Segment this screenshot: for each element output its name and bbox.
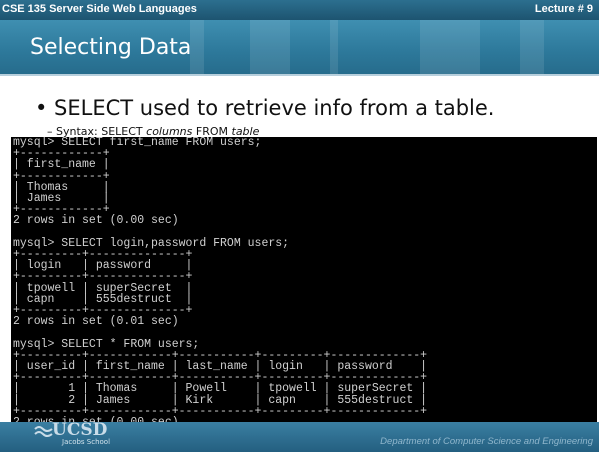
course-title: CSE 135 Server Side Web Languages [2, 3, 197, 15]
footer-bar: UCSD Jacobs School Department of Compute… [0, 420, 599, 452]
title-divider [0, 74, 599, 76]
lecture-number: Lecture # 9 [534, 3, 593, 15]
title-bar-decoration [190, 20, 204, 74]
logo-wordmark: UCSD [52, 420, 108, 440]
title-bar-decoration [420, 20, 480, 74]
course-header-bar: CSE 135 Server Side Web Languages Lectur… [0, 0, 599, 20]
title-bar-decoration [250, 20, 290, 74]
bullet-text: • SELECT used to retrieve info from a ta… [35, 96, 495, 120]
mysql-terminal: mysql> SELECT first_name FROM users; +--… [11, 137, 597, 422]
page-title: Selecting Data [30, 35, 192, 60]
slide-title-bar: Selecting Data [0, 20, 599, 74]
terminal-output: mysql> SELECT first_name FROM users; +--… [13, 137, 428, 422]
logo-wave-icon [34, 426, 53, 437]
title-bar-decoration [520, 20, 544, 74]
department-name: Department of Computer Science and Engin… [380, 436, 593, 447]
ucsd-logo: UCSD Jacobs School [34, 420, 124, 452]
logo-subtitle: Jacobs School [62, 438, 111, 446]
title-bar-decoration [330, 20, 338, 74]
